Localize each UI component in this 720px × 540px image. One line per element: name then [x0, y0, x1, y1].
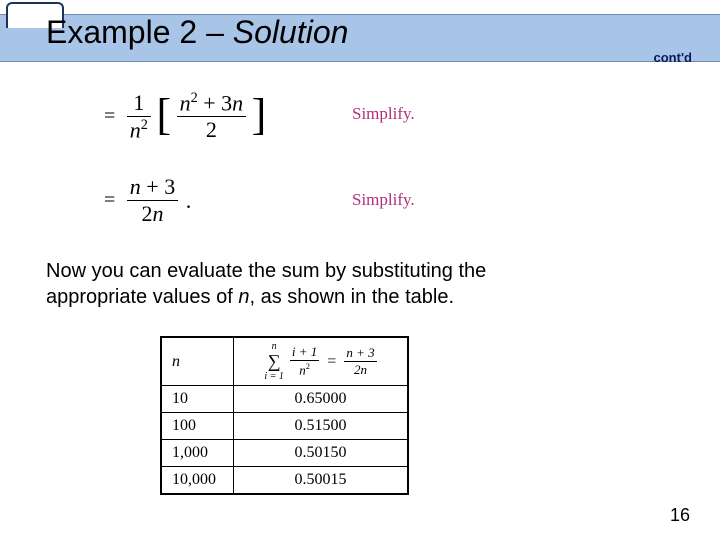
var-n-inline: n — [238, 286, 249, 308]
cell-value: 0.51500 — [234, 413, 408, 440]
sigma-block: n ∑ i = 1 — [264, 342, 284, 381]
right-bracket-icon: ] — [252, 95, 267, 135]
var-n: n — [180, 90, 191, 115]
cell-value: 0.65000 — [234, 386, 408, 413]
plus-3: + 3 — [198, 90, 232, 115]
sigma-lower: i = 1 — [264, 372, 284, 381]
frac-n3-2n: n + 3 2n — [344, 345, 376, 378]
cell-value: 0.50015 — [234, 467, 408, 494]
title-solution: Solution — [233, 14, 349, 50]
cell-n: 100 — [162, 413, 234, 440]
var-n: n — [130, 117, 141, 142]
frac-num: 1 — [127, 90, 151, 116]
frac-den: n2 — [127, 116, 151, 143]
body-line-1: Now you can evaluate the sum by substitu… — [46, 260, 486, 282]
var-n: n — [232, 90, 243, 115]
title-prefix: Example 2 – — [46, 14, 233, 50]
sigma-upper: n — [264, 342, 284, 351]
cell-n: 10 — [162, 386, 234, 413]
cell-n: 10,000 — [162, 467, 234, 494]
simplify-label-2: Simplify. — [352, 190, 415, 210]
cell-n: 1,000 — [162, 440, 234, 467]
table-row: 1,0000.50150 — [162, 440, 408, 467]
equation-2: = n + 3 2n . — [104, 174, 191, 227]
equals-sign: = — [327, 353, 336, 371]
frac-den: 2n — [127, 200, 178, 227]
body-line-2a: appropriate values of — [46, 286, 238, 308]
exp-2: 2 — [141, 117, 148, 133]
sigma-icon: ∑ — [268, 351, 281, 371]
var-n: n — [152, 201, 163, 226]
frac-num: i + 1 — [290, 344, 319, 360]
body-paragraph: Now you can evaluate the sum by substitu… — [46, 258, 486, 310]
period: . — [186, 188, 192, 214]
exp-2: 2 — [306, 361, 310, 371]
fraction-1-over-n2: 1 n2 — [127, 90, 151, 143]
contd-label: cont'd — [654, 50, 692, 65]
frac-i1-n2: i + 1 n2 — [290, 344, 319, 378]
body-line-2b: , as shown in the table. — [249, 286, 454, 308]
frac-den: 2n — [344, 361, 376, 378]
page-number: 16 — [670, 505, 690, 526]
table-row: 10,0000.50015 — [162, 467, 408, 494]
left-bracket-icon: [ — [156, 95, 171, 135]
frac-num: n2 + 3n — [177, 90, 247, 116]
cell-value: 0.50150 — [234, 440, 408, 467]
simplify-label-1: Simplify. — [352, 104, 415, 124]
equals-sign: = — [104, 189, 115, 212]
slide-title: Example 2 – Solution — [46, 14, 348, 51]
table-row: 1000.51500 — [162, 413, 408, 440]
table-header-row: n n ∑ i = 1 i + 1 n2 = n + 3 2n — [162, 338, 408, 386]
header-sum-formula: n ∑ i = 1 i + 1 n2 = n + 3 2n — [234, 338, 408, 386]
exp-2: 2 — [191, 90, 198, 106]
header-n: n — [162, 338, 234, 386]
values-table: n n ∑ i = 1 i + 1 n2 = n + 3 2n 100.6500… — [160, 336, 409, 495]
frac-num: n + 3 — [344, 345, 376, 361]
equals-sign: = — [104, 105, 115, 128]
frac-num: n + 3 — [127, 174, 178, 200]
plus-3: + 3 — [141, 174, 175, 199]
frac-den: n2 — [290, 360, 319, 378]
frac-den: 2 — [177, 116, 247, 143]
const-2: 2 — [141, 201, 152, 226]
var-n: n — [130, 174, 141, 199]
fraction-n-plus-3-over-2n: n + 3 2n — [127, 174, 178, 227]
fraction-n2-3n-over-2: n2 + 3n 2 — [177, 90, 247, 143]
table-row: 100.65000 — [162, 386, 408, 413]
equation-1: = 1 n2 [ n2 + 3n 2 ] — [104, 90, 266, 143]
